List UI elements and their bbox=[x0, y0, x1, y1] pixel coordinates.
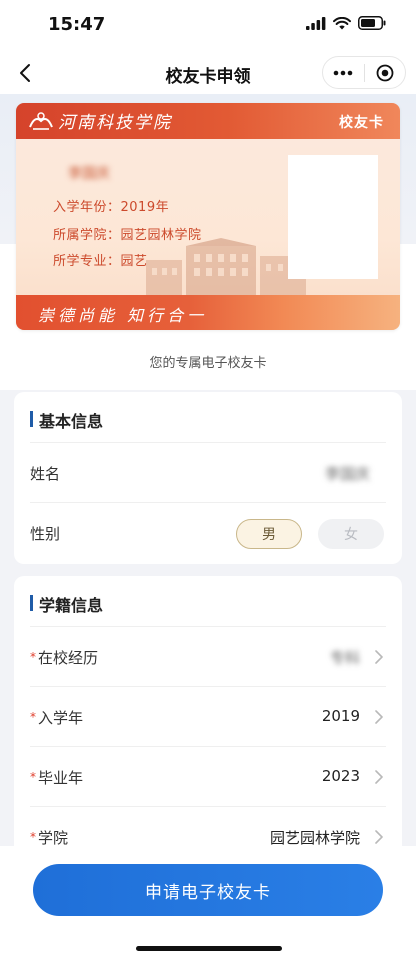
basic-info-panel: 基本信息 姓名 李国庆 性别 男 女 bbox=[14, 392, 402, 564]
gender-male-option[interactable]: 男 bbox=[236, 519, 302, 549]
chevron-right-icon bbox=[375, 710, 383, 724]
name-row: 姓名 李国庆 bbox=[30, 442, 386, 502]
card-slogan: 崇德尚能 知行合一 bbox=[38, 306, 208, 325]
more-dots-icon bbox=[333, 70, 353, 75]
card-major: 所学专业：园艺 bbox=[53, 254, 148, 269]
target-circle-icon bbox=[376, 64, 394, 81]
chevron-right-icon bbox=[375, 650, 383, 664]
enroll-year-row[interactable]: * 入学年 2019 bbox=[30, 686, 386, 746]
gender-row: 性别 男 女 bbox=[30, 502, 386, 562]
card-enroll-year: 入学年份：2019年 bbox=[53, 200, 170, 215]
alumni-card: 河南科技学院 校友卡 李国庆 入学年份：2019年 所属学院：园艺园林学院 所学… bbox=[16, 103, 400, 330]
college-value: 园艺园林学院 bbox=[269, 829, 360, 847]
card-holder-name: 李国庆 bbox=[68, 166, 110, 182]
status-bar: 15:47 bbox=[0, 0, 416, 52]
more-button[interactable] bbox=[323, 57, 364, 88]
gender-label: 性别 bbox=[30, 525, 61, 543]
home-indicator bbox=[136, 946, 282, 951]
wifi-icon bbox=[333, 16, 351, 29]
school-experience-label: * 在校经历 bbox=[30, 649, 99, 667]
close-mini-program-button[interactable] bbox=[365, 57, 406, 88]
card-caption: 您的专属电子校友卡 bbox=[149, 356, 267, 371]
college-label: * 学院 bbox=[30, 829, 69, 847]
required-mark: * bbox=[30, 650, 36, 664]
name-value: 李国庆 bbox=[324, 465, 370, 483]
nav-bar: 校友卡申领 bbox=[0, 52, 416, 94]
signal-icon bbox=[306, 16, 326, 30]
mini-program-capsule bbox=[322, 56, 406, 89]
card-footer: 崇德尚能 知行合一 bbox=[16, 295, 400, 330]
name-label: 姓名 bbox=[30, 465, 61, 483]
enroll-year-value: 2019 bbox=[321, 707, 360, 725]
card-type-tag: 校友卡 bbox=[339, 115, 384, 131]
basic-info-title: 基本信息 bbox=[30, 408, 103, 432]
required-mark: * bbox=[30, 770, 36, 784]
school-experience-value: 专科 bbox=[329, 649, 360, 667]
status-time: 15:47 bbox=[48, 14, 106, 35]
campus-buildings-watermark bbox=[146, 238, 306, 296]
card-photo bbox=[288, 155, 378, 279]
school-logo: 河南科技学院 bbox=[28, 108, 172, 133]
graduation-year-value: 2023 bbox=[321, 767, 360, 785]
required-mark: * bbox=[30, 830, 36, 844]
school-logo-text: 河南科技学院 bbox=[58, 113, 172, 133]
bottom-action-bar: 申请电子校友卡 bbox=[0, 846, 416, 961]
school-info-panel: 学籍信息 * 在校经历 专科 * 入学年 2019 * 毕业年 2023 * 学院 园艺… bbox=[14, 576, 402, 876]
apply-card-button[interactable]: 申请电子校友卡 bbox=[33, 864, 383, 916]
school-emblem-icon bbox=[29, 111, 53, 130]
school-info-title: 学籍信息 bbox=[30, 592, 103, 616]
card-college: 所属学院：园艺园林学院 bbox=[53, 228, 202, 243]
required-mark: * bbox=[30, 710, 36, 724]
gender-female-option[interactable]: 女 bbox=[318, 519, 384, 549]
status-icons bbox=[306, 16, 386, 30]
school-experience-row[interactable]: * 在校经历 专科 bbox=[30, 626, 386, 686]
chevron-right-icon bbox=[375, 770, 383, 784]
graduation-year-row[interactable]: * 毕业年 2023 bbox=[30, 746, 386, 806]
chevron-right-icon bbox=[375, 830, 383, 844]
card-header: 河南科技学院 校友卡 bbox=[16, 103, 400, 139]
enroll-year-label: * 入学年 bbox=[30, 709, 84, 727]
graduation-year-label: * 毕业年 bbox=[30, 769, 84, 787]
battery-icon bbox=[358, 16, 386, 30]
